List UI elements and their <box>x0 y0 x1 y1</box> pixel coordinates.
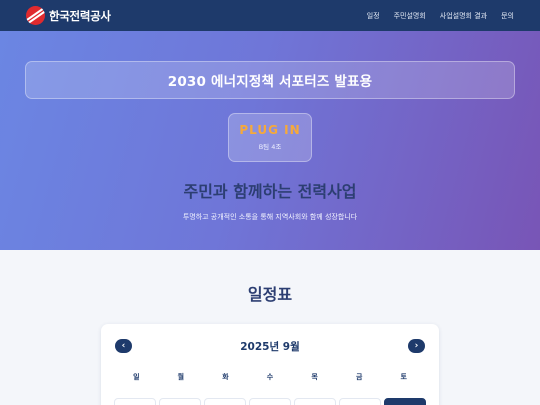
calendar-week-row <box>114 398 426 405</box>
hero-subheading: 투명하고 공개적인 소통을 통해 지역사회와 함께 성장합니다 <box>182 213 358 221</box>
calendar-day-cell[interactable] <box>114 398 156 405</box>
weekday-sat: 토 <box>400 373 407 381</box>
weekday-tue: 화 <box>222 373 229 381</box>
chevron-left-icon: ‹ <box>121 341 126 351</box>
weekday-fri: 금 <box>355 373 363 381</box>
weekday-thu: 목 <box>311 373 318 381</box>
hero-section: 2030 에너지정책 서포터즈 발표용 PLUG IN B팀 4조 주민과 함께… <box>0 31 540 250</box>
kepco-logo-icon <box>26 6 45 25</box>
calendar-day-cell[interactable] <box>159 398 201 405</box>
team-group: B팀 4조 <box>258 143 282 151</box>
nav-item-contact[interactable]: 문의 <box>501 11 514 21</box>
brand-name: 한국전력공사 <box>49 8 111 23</box>
weekday-wed: 수 <box>266 373 274 381</box>
hero-banner: 2030 에너지정책 서포터즈 발표용 <box>25 61 515 99</box>
nav-item-schedule[interactable]: 일정 <box>367 11 380 21</box>
weekday-sun: 일 <box>133 373 140 381</box>
calendar-card: ‹ 2025년 9월 › 일 월 화 수 목 금 토 <box>101 324 439 405</box>
weekday-mon: 월 <box>177 373 185 381</box>
nav-menu: 일정 주민설명회 사업설명회 결과 문의 <box>367 11 514 21</box>
next-month-button[interactable]: › <box>407 339 425 353</box>
brand-logo[interactable]: 한국전력공사 <box>26 6 111 25</box>
hero-heading: 주민과 함께하는 전력사업 <box>183 182 357 201</box>
nav-item-resident-briefing[interactable]: 주민설명회 <box>394 11 426 21</box>
weekday-header: 일 월 화 수 목 금 토 <box>114 372 426 382</box>
calendar-day-cell-selected[interactable] <box>384 398 426 405</box>
banner-title: 2030 에너지정책 서포터즈 발표용 <box>167 74 373 90</box>
current-month: 2025년 9월 <box>240 340 300 353</box>
schedule-title: 일정표 <box>247 285 293 304</box>
top-navbar: 한국전력공사 일정 주민설명회 사업설명회 결과 문의 <box>0 0 540 31</box>
calendar-day-cell[interactable] <box>339 398 381 405</box>
nav-item-briefing-results[interactable]: 사업설명회 결과 <box>440 11 487 21</box>
calendar-day-cell[interactable] <box>249 398 291 405</box>
calendar-day-cell[interactable] <box>294 398 336 405</box>
calendar-day-cell[interactable] <box>204 398 246 405</box>
chevron-right-icon: › <box>414 341 419 351</box>
team-name: PLUG IN <box>239 123 301 137</box>
calendar-header: ‹ 2025년 9월 › <box>115 338 425 354</box>
prev-month-button[interactable]: ‹ <box>115 339 132 353</box>
team-badge: PLUG IN B팀 4조 <box>228 113 312 162</box>
